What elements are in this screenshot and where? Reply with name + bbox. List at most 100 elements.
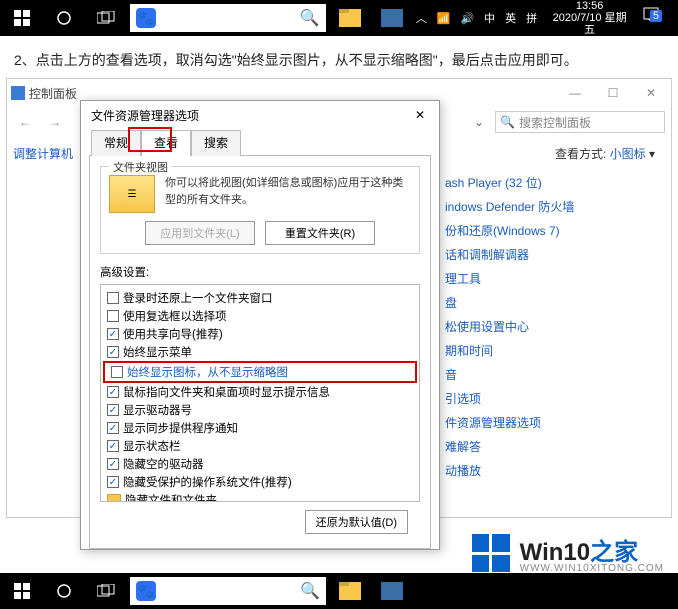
windows-logo-icon [472,534,510,572]
taskbar-explorer[interactable] [332,573,368,609]
advanced-settings-list[interactable]: 登录时还原上一个文件夹窗口使用复选框以选择项使用共享向导(推荐)始终显示菜单始终… [100,284,420,502]
cp-item[interactable]: 件资源管理器选项 [445,410,665,434]
cp-item[interactable]: 盘 [445,290,665,314]
nav-back[interactable]: ← [13,110,37,134]
taskbar-app[interactable] [374,573,410,609]
dialog-title: 文件资源管理器选项 [91,107,199,124]
checkbox[interactable] [107,386,119,398]
top-taskbar: 🐾 🔍 ︿ 📶 🔊 中 英 拼 13:56 2020/7/10 星期五 5 [0,0,678,36]
clock[interactable]: 13:56 2020/7/10 星期五 [547,0,632,36]
start-button[interactable] [4,0,40,36]
view-value[interactable]: 小图标 [610,147,646,161]
settings-item[interactable]: 始终显示菜单 [103,343,417,361]
taskbar-search[interactable]: 🐾 🔍 [130,4,326,32]
cortana-button[interactable] [46,573,82,609]
cp-item[interactable]: 份和还原(Windows 7) [445,218,665,242]
tab-general[interactable]: 常规 [91,130,141,156]
instruction-text: 2、点击上方的查看选项，取消勾选"始终显示图片，从不显示缩略图"，最后点击应用即… [0,36,678,78]
cp-search[interactable]: 🔍 搜索控制面板 [495,111,665,133]
cp-item-label: 理工具 [445,270,481,287]
checkbox[interactable] [111,366,123,378]
start-button[interactable] [4,573,40,609]
ime-lang1[interactable]: 中 [484,10,495,26]
settings-item[interactable]: 始终显示图标，从不显示缩略图 [107,363,413,381]
cp-item-label: 难解答 [445,438,481,455]
search-icon: 🔍 [300,581,320,601]
red-highlight-row: 始终显示图标，从不显示缩略图 [103,361,417,383]
taskbar-explorer[interactable] [332,0,368,36]
cp-item-label: 音 [445,366,457,383]
restore-defaults-button[interactable]: 还原为默认值(D) [305,510,408,534]
checkbox[interactable] [107,404,119,416]
settings-item[interactable]: 隐藏空的驱动器 [103,455,417,473]
cp-item-label: 期和时间 [445,342,493,359]
apply-to-folders-button[interactable]: 应用到文件夹(L) [145,221,255,245]
cp-item-label: 盘 [445,294,457,311]
folder-view-desc: 你可以将此视图(如详细信息或图标)应用于这种类型的所有文件夹。 [165,175,411,208]
reset-folders-button[interactable]: 重置文件夹(R) [265,221,375,245]
nav-forward[interactable]: → [43,110,67,134]
settings-item[interactable]: 显示同步提供程序通知 [103,419,417,437]
search-icon: 🔍 [300,8,320,28]
cp-item[interactable]: indows Defender 防火墙 [445,194,665,218]
cp-item[interactable]: 引选项 [445,386,665,410]
settings-group[interactable]: 隐藏文件和文件夹 [103,491,417,502]
settings-item-label: 显示驱动器号 [123,402,192,418]
cp-item[interactable]: 难解答 [445,434,665,458]
cp-item[interactable]: 松使用设置中心 [445,314,665,338]
volume-icon[interactable]: 🔊 [460,12,474,25]
cortana-button[interactable] [46,0,82,36]
settings-item-label: 隐藏文件和文件夹 [125,492,217,502]
task-view-button[interactable] [88,573,124,609]
settings-item[interactable]: 登录时还原上一个文件夹窗口 [103,289,417,307]
cp-item[interactable]: 音 [445,362,665,386]
settings-item[interactable]: 显示驱动器号 [103,401,417,419]
checkbox[interactable] [107,292,119,304]
minimize-button[interactable]: — [561,86,589,100]
tray-chevron-icon[interactable]: ︿ [416,10,427,26]
maximize-button[interactable]: ☐ [599,86,627,100]
cp-item-label: 引选项 [445,390,481,407]
cp-heading: 调整计算机 [7,137,81,517]
cp-item[interactable]: ash Player (32 位) [445,170,665,194]
cp-item[interactable]: 动播放 [445,458,665,482]
address-dropdown[interactable]: ⌄ [469,115,489,129]
cp-item[interactable]: 期和时间 [445,338,665,362]
settings-item[interactable]: 显示状态栏 [103,437,417,455]
taskbar-search[interactable]: 🐾 🔍 [130,577,326,605]
taskbar-app[interactable] [374,0,410,36]
dialog-close-button[interactable]: ✕ [407,104,433,126]
checkbox[interactable] [107,310,119,322]
system-tray: ︿ 📶 🔊 中 英 拼 13:56 2020/7/10 星期五 5 [416,0,674,36]
brand-bar: Win10之家 WWW.WIN10XITONG.COM [0,533,678,573]
search-icon: 🔍 [500,115,515,129]
folder-view-legend: 文件夹视图 [109,159,172,175]
ime-lang2[interactable]: 英 [505,10,516,26]
close-button[interactable]: ✕ [637,86,665,100]
ime-mode[interactable]: 拼 [526,10,537,26]
cp-item-label: 话和调制解调器 [445,246,529,263]
search-provider-icon: 🐾 [136,8,156,28]
tab-search[interactable]: 搜索 [191,130,241,156]
clock-time: 13:56 [547,0,632,12]
checkbox[interactable] [107,458,119,470]
cp-item[interactable]: 话和调制解调器 [445,242,665,266]
cp-item[interactable]: 理工具 [445,266,665,290]
brand-suffix: 之家 [590,539,638,566]
checkbox[interactable] [107,346,119,358]
settings-item-label: 鼠标指向文件夹和桌面项时显示提示信息 [123,384,330,400]
checkbox[interactable] [107,328,119,340]
settings-item[interactable]: 鼠标指向文件夹和桌面项时显示提示信息 [103,383,417,401]
checkbox[interactable] [107,422,119,434]
settings-item[interactable]: 隐藏受保护的操作系统文件(推荐) [103,473,417,491]
cp-item-label: 件资源管理器选项 [445,414,541,431]
network-icon[interactable]: 📶 [437,12,451,25]
settings-item[interactable]: 使用复选框以选择项 [103,307,417,325]
settings-item[interactable]: 使用共享向导(推荐) [103,325,417,343]
task-view-button[interactable] [88,0,124,36]
folder-icon [107,494,121,502]
action-center-icon[interactable]: 5 [642,6,666,30]
checkbox[interactable] [107,440,119,452]
tab-view[interactable]: 查看 [141,130,191,156]
checkbox[interactable] [107,476,119,488]
